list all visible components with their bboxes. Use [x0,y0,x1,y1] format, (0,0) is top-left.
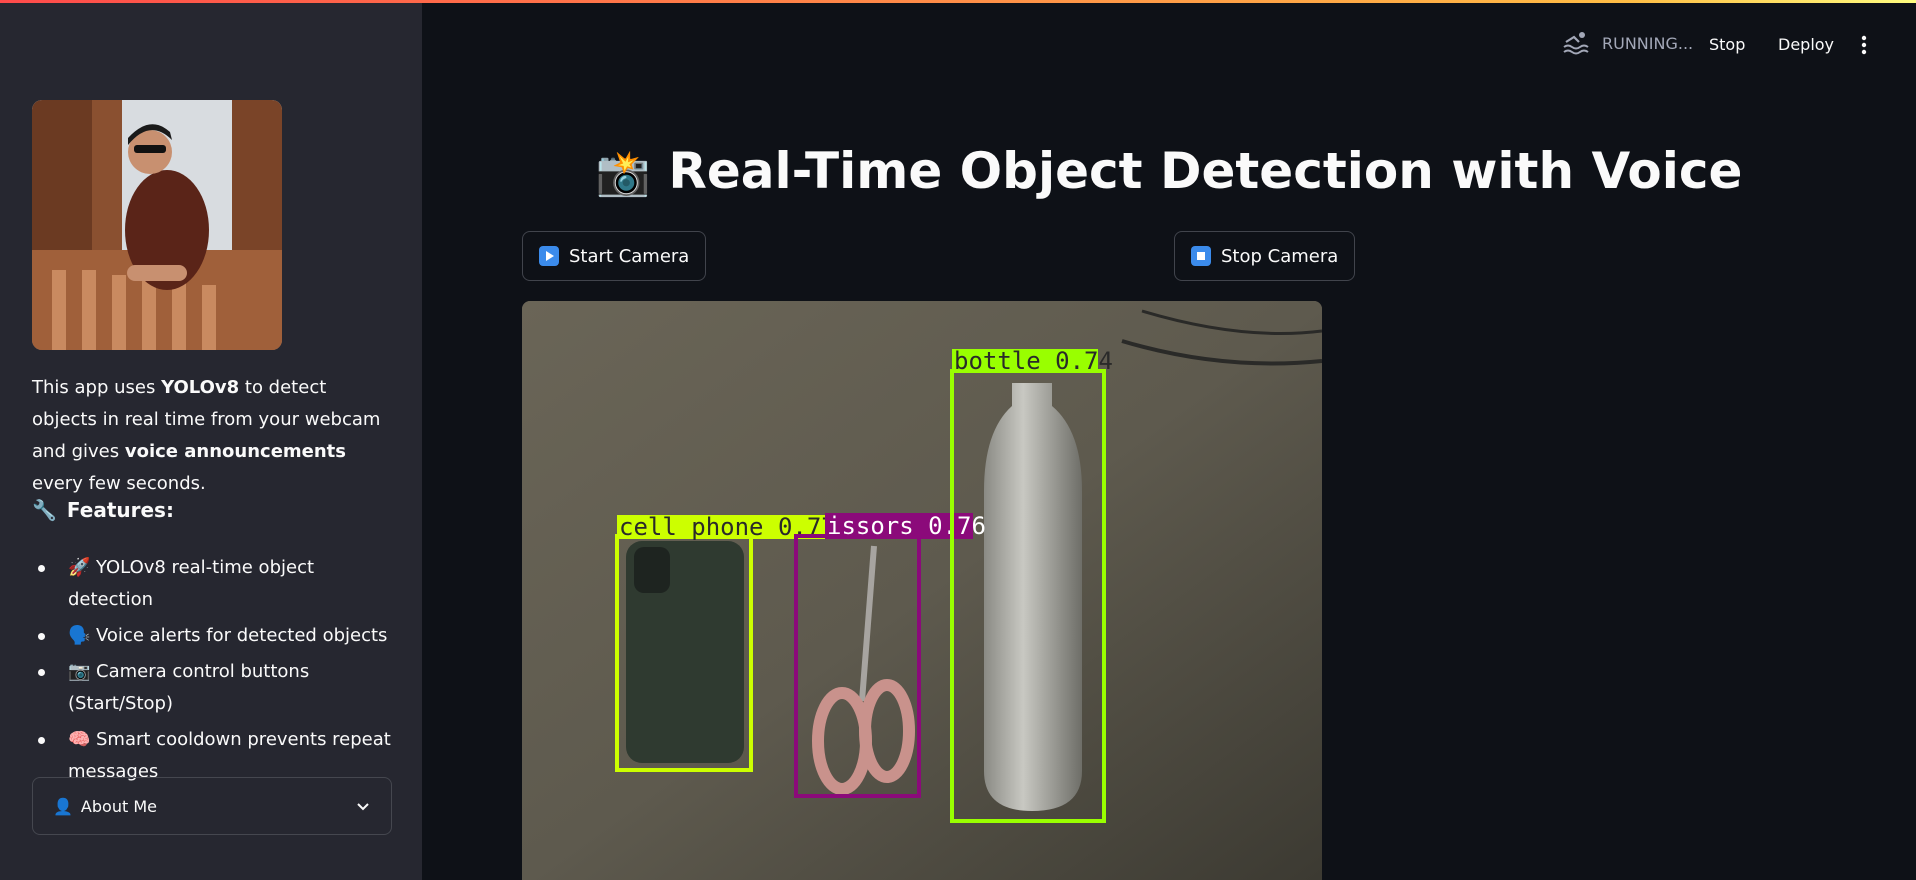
start-camera-button[interactable]: Start Camera [522,231,707,281]
feature-text: Camera control buttons (Start/Stop) [68,661,310,714]
running-status: RUNNING... [1562,30,1693,56]
feature-text: Smart cooldown prevents repeat messages [68,729,391,782]
bottle-object [984,383,1082,811]
top-decoration-bar [0,0,1916,3]
about-me-expander[interactable]: 👤 About Me [32,777,392,835]
camera-flash-icon: 📸 [595,148,651,199]
intro-voice-bold: voice announcements [124,441,347,462]
wrench-icon: 🔧 [32,498,57,522]
features-list: 🚀 YOLOv8 real-time object detection 🗣️ Voi… [32,552,392,792]
stop-camera-label: Stop Camera [1221,245,1339,267]
feature-text: Voice alerts for detected objects [96,625,388,646]
vertical-dots-icon[interactable] [1856,34,1872,56]
detection-label: issors 0.76 [827,512,986,540]
rocket-icon: 🚀 [68,557,91,578]
status-text: RUNNING... [1602,33,1694,53]
stop-square-icon [1191,246,1211,266]
page-title: 📸 Real-Time Object Detection with Voice [422,142,1916,200]
camera-feed: cell phone 0.77 issors 0.76 bottle 0.74 [522,301,1322,880]
chevron-down-icon [357,803,369,811]
list-item: 📷 Camera control buttons (Start/Stop) [32,656,392,720]
features-heading-label: Features: [66,498,174,522]
about-me-label: About Me [80,796,157,816]
stop-camera-button[interactable]: Stop Camera [1174,231,1356,281]
camera-icon: 📷 [68,661,91,682]
deploy-button[interactable]: Deploy [1772,34,1840,55]
sidebar: This app uses YOLOv8 to detect objects i… [0,0,422,880]
page-title-text: Real-Time Object Detection with Voice [668,142,1743,200]
start-camera-label: Start Camera [569,245,690,267]
intro-text: every few seconds. [32,473,206,494]
list-item: 🚀 YOLOv8 real-time object detection [32,552,392,616]
intro-text: This app uses [32,377,162,398]
speaking-head-icon: 🗣️ [68,625,91,646]
feature-text: YOLOv8 real-time object detection [68,557,315,610]
detection-label: bottle 0.74 [954,347,1113,375]
brain-icon: 🧠 [68,729,91,750]
avatar [32,100,282,350]
features-heading: 🔧 Features: [32,498,174,522]
person-icon: 👤 [53,796,73,816]
intro-yolo-bold: YOLOv8 [161,377,240,398]
swimmer-icon [1563,32,1589,55]
play-icon [539,246,559,266]
list-item: 🗣️ Voice alerts for detected objects [32,620,392,652]
app-description: This app uses YOLOv8 to detect objects i… [32,372,392,500]
stop-button[interactable]: Stop [1703,34,1751,55]
